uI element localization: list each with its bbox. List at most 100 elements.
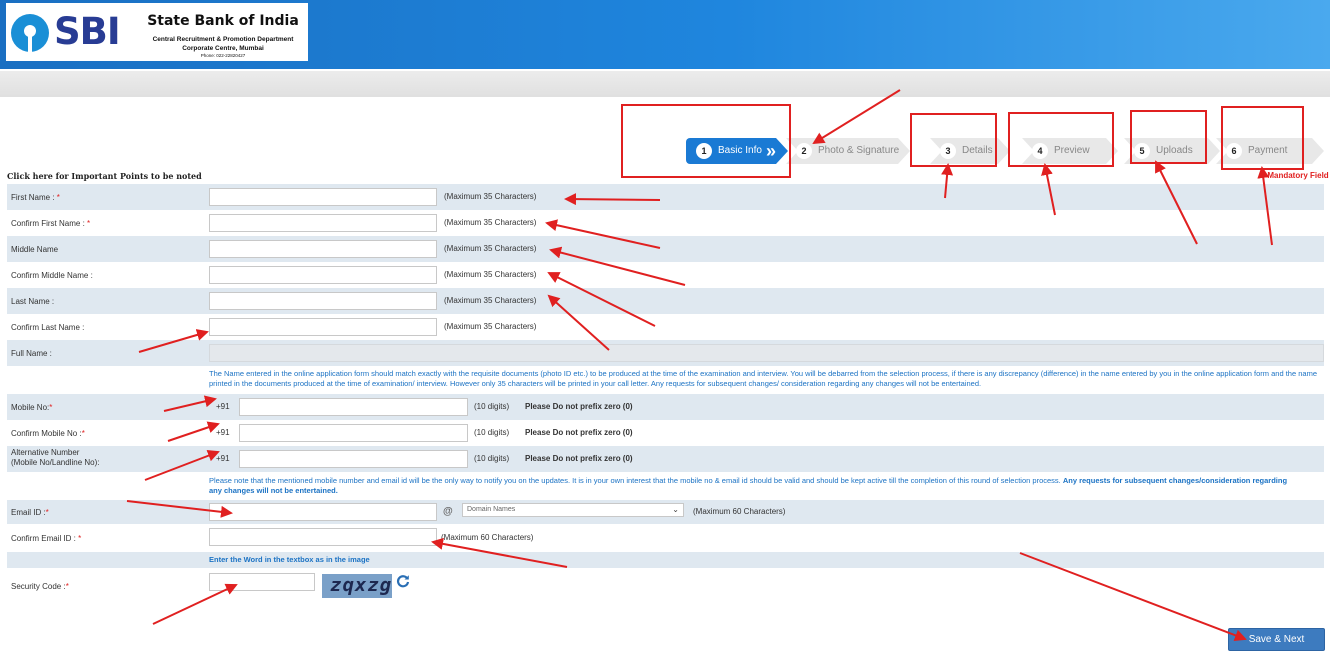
full-name-row: Full Name : (7, 340, 1324, 366)
step-label: Payment (1248, 145, 1288, 156)
step-basic-info[interactable]: 1 Basic Info » (686, 138, 788, 164)
contact-note-row: Please note that the mentioned mobile nu… (7, 472, 1324, 500)
first-name-input[interactable] (209, 188, 437, 206)
confirm-first-name-hint: (Maximum 35 Characters) (444, 218, 537, 227)
confirm-mobile-input[interactable] (239, 424, 468, 442)
office-name: Corporate Centre, Mumbai (182, 45, 264, 52)
confirm-first-name-input[interactable] (209, 214, 437, 232)
step-label: Photo & Signature (818, 145, 900, 156)
confirm-email-hint: (Maximum 60 Characters) (441, 533, 534, 542)
alt-number-warning: Please Do not prefix zero (0) (525, 454, 633, 463)
alt-number-row: Alternative Number (Mobile No/Landline N… (7, 446, 1324, 472)
save-next-button[interactable]: Save & Next (1228, 628, 1325, 651)
step-preview[interactable]: 4 Preview (1022, 138, 1118, 164)
step-number: 5 (1134, 143, 1150, 159)
step-uploads[interactable]: 5 Uploads (1124, 138, 1220, 164)
captcha-instruction-row: Enter the Word in the textbox as in the … (7, 552, 1324, 568)
first-name-label: First Name : * (11, 193, 60, 202)
site-header: SBI State Bank of India Central Recruitm… (0, 0, 1330, 69)
last-name-input[interactable] (209, 292, 437, 310)
middle-name-input[interactable] (209, 240, 437, 258)
last-name-label: Last Name : (11, 297, 55, 306)
first-name-hint: (Maximum 35 Characters) (444, 192, 537, 201)
step-payment[interactable]: 6 Payment (1216, 138, 1324, 164)
domain-select-placeholder: Domain Names (467, 506, 516, 513)
confirm-middle-name-row: Confirm Middle Name : (Maximum 35 Charac… (7, 262, 1324, 288)
first-name-row: First Name : * (Maximum 35 Characters) (7, 184, 1324, 210)
mobile-digits-hint: (10 digits) (474, 402, 510, 411)
confirm-mobile-digits-hint: (10 digits) (474, 428, 510, 437)
email-row: Email ID :* @ Domain Names ⌄ (Maximum 60… (7, 500, 1324, 524)
confirm-first-name-label: Confirm First Name : * (11, 219, 91, 228)
mobile-input[interactable] (239, 398, 468, 416)
step-details[interactable]: 3 Details (930, 138, 1010, 164)
important-points-link[interactable]: Click here for Important Points to be no… (7, 171, 202, 181)
alt-number-input[interactable] (239, 450, 468, 468)
at-sign: @ (443, 506, 453, 517)
step-photo-signature[interactable]: 2 Photo & Signature (786, 138, 910, 164)
step-label: Basic Info (718, 145, 762, 156)
name-note: The Name entered in the online applicati… (209, 369, 1317, 388)
confirm-last-name-row: Confirm Last Name : (Maximum 35 Characte… (7, 314, 1324, 340)
confirm-middle-name-hint: (Maximum 35 Characters) (444, 270, 537, 279)
step-number: 6 (1226, 143, 1242, 159)
name-note-row: The Name entered in the online applicati… (7, 366, 1324, 394)
step-number: 1 (696, 143, 712, 159)
mandatory-field-note: * Mandatory Field (1262, 171, 1329, 180)
chevron-down-icon: ⌄ (672, 505, 679, 514)
confirm-middle-name-label: Confirm Middle Name : (11, 271, 93, 280)
annotation-arrow (812, 89, 901, 145)
security-code-input[interactable] (209, 573, 315, 591)
contact-note: Please note that the mentioned mobile nu… (209, 476, 1288, 495)
full-name-label: Full Name : (11, 349, 52, 358)
mobile-prefix: +91 (216, 402, 230, 411)
alt-number-sublabel: (Mobile No/Landline No): (11, 458, 100, 467)
confirm-mobile-label: Confirm Mobile No :* (11, 429, 85, 438)
confirm-mobile-prefix: +91 (216, 428, 230, 437)
confirm-last-name-hint: (Maximum 35 Characters) (444, 322, 537, 331)
step-number: 3 (940, 143, 956, 159)
full-name-display (209, 344, 1324, 362)
captcha-text: zqxzg (330, 574, 392, 596)
last-name-row: Last Name : (Maximum 35 Characters) (7, 288, 1324, 314)
confirm-first-name-row: Confirm First Name : * (Maximum 35 Chara… (7, 210, 1324, 236)
sbi-logo-icon (11, 14, 49, 53)
security-code-label: Security Code :* (11, 582, 69, 591)
confirm-email-input[interactable] (209, 528, 437, 546)
email-label: Email ID :* (11, 508, 49, 517)
mobile-label: Mobile No:* (11, 403, 53, 412)
captcha-instruction: Enter the Word in the textbox as in the … (209, 555, 370, 564)
double-chevron-right-icon: » (766, 141, 777, 161)
email-hint: (Maximum 60 Characters) (693, 507, 786, 516)
refresh-icon[interactable] (396, 574, 410, 588)
domain-select[interactable]: Domain Names ⌄ (462, 503, 684, 517)
logo-text: SBI (54, 10, 121, 53)
confirm-email-label: Confirm Email ID : * (11, 534, 82, 543)
email-input[interactable] (209, 503, 437, 521)
middle-name-hint: (Maximum 35 Characters) (444, 244, 537, 253)
middle-name-label: Middle Name (11, 245, 59, 254)
alt-number-label: Alternative Number (11, 448, 80, 457)
confirm-mobile-row: Confirm Mobile No :* +91 (10 digits) Ple… (7, 420, 1324, 446)
sbi-logo-banner: SBI State Bank of India Central Recruitm… (6, 3, 308, 61)
step-label: Details (962, 145, 993, 156)
last-name-hint: (Maximum 35 Characters) (444, 296, 537, 305)
alt-number-digits-hint: (10 digits) (474, 454, 510, 463)
step-number: 2 (796, 143, 812, 159)
confirm-middle-name-input[interactable] (209, 266, 437, 284)
confirm-last-name-input[interactable] (209, 318, 437, 336)
alt-number-prefix: +91 (216, 454, 230, 463)
mobile-warning: Please Do not prefix zero (0) (525, 402, 633, 411)
confirm-mobile-warning: Please Do not prefix zero (0) (525, 428, 633, 437)
middle-name-row: Middle Name (Maximum 35 Characters) (7, 236, 1324, 262)
confirm-email-row: Confirm Email ID : * (Maximum 60 Charact… (7, 524, 1324, 552)
step-number: 4 (1032, 143, 1048, 159)
step-label: Uploads (1156, 145, 1193, 156)
department-name: Central Recruitment & Promotion Departme… (152, 36, 294, 43)
bank-name: State Bank of India (147, 13, 299, 29)
nav-bar (0, 71, 1330, 97)
phone-number: Phone: 022-22820427 (200, 53, 246, 58)
mobile-row: Mobile No:* +91 (10 digits) Please Do no… (7, 394, 1324, 420)
security-code-row: Security Code :* (7, 568, 1324, 602)
step-label: Preview (1054, 145, 1090, 156)
